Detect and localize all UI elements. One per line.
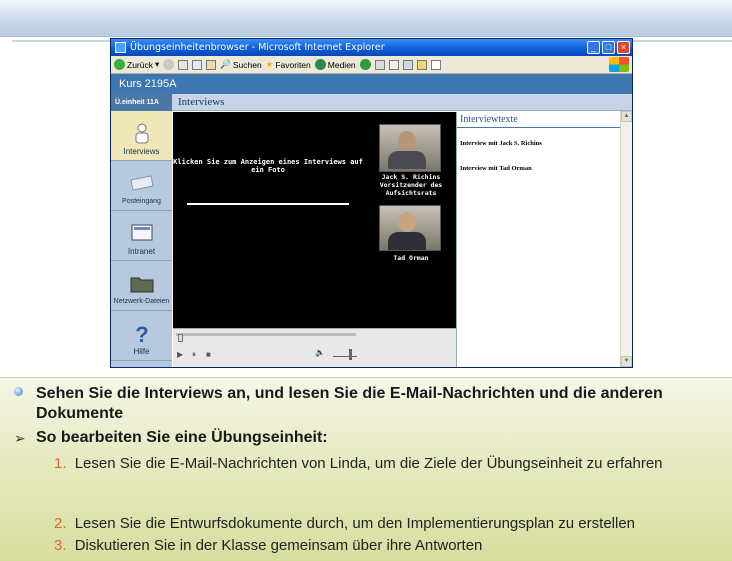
question-icon: ? [135,322,148,344]
video-divider [187,203,349,205]
maximize-button[interactable]: □ [602,41,615,54]
window-titlebar[interactable]: Übungseinheitenbrowser - Microsoft Inter… [111,39,632,56]
text-link-richins[interactable]: Interview mit Jack S. Richins [457,140,622,147]
bullet-watch-interviews: Sehen Sie die Interviews an, und lesen S… [36,385,663,422]
slide-header-bar [0,0,732,37]
folder-icon[interactable] [416,59,427,70]
messenger-icon[interactable] [430,59,441,70]
texts-header: Interviewtexte [457,112,622,128]
search-label: Suchen [232,59,262,70]
back-label: Zurück [127,59,153,70]
close-button[interactable]: × [617,41,630,54]
volume-slider[interactable] [333,356,357,357]
text-link-orman[interactable]: Interview mit Tad Orman [457,165,622,172]
search-button[interactable]: 🔎 Suchen [220,59,261,70]
scroll-up-icon[interactable]: ▲ [621,111,632,122]
mail-icon[interactable] [374,59,385,70]
window-title: Übungseinheitenbrowser - Microsoft Inter… [130,42,385,53]
svg-text:?: ? [135,322,148,344]
nav-network-files[interactable]: Netzwerk-Dateien [111,261,172,311]
video-player: Klicken Sie zum Anzeigen eines Interview… [173,112,456,328]
volume-icon[interactable]: 🔈 [315,348,325,357]
scroll-down-icon[interactable]: ▼ [621,356,632,367]
search-icon: 🔎 [220,59,231,69]
seek-handle[interactable] [178,334,183,342]
interviewee-2-caption: Tad Orman [393,254,429,262]
nav-inbox-label: Posteingang [122,198,161,205]
step-2-text: Lesen Sie die Entwurfsdokumente durch, u… [74,515,636,532]
window-controls: _ □ × [587,41,630,54]
vertical-scrollbar[interactable]: ▲ ▼ [620,111,632,367]
nav-interviews[interactable]: Interviews [111,111,172,161]
nav-network-files-label: Netzwerk-Dateien [113,298,170,305]
interview-texts-panel: Interviewtexte Interview mit Jack S. Ric… [456,112,622,367]
favorites-label: Favoriten [275,59,311,70]
person-icon [135,123,148,144]
media-button[interactable]: Medien [314,59,356,70]
browser-window: Übungseinheitenbrowser - Microsoft Inter… [110,38,633,368]
interviewee-photo-1[interactable] [379,124,441,172]
history-icon[interactable] [359,59,371,70]
interviewee-photo-2[interactable] [379,205,441,251]
left-navigation: Ü.einheit 11A Interviews Posteingang Int… [111,94,172,367]
media-icon [314,59,326,70]
windows-logo-icon [609,57,629,72]
step-1-number: 1. [54,455,67,472]
nav-interviews-label: Interviews [123,147,160,156]
nav-help-label: Hilfe [133,347,150,356]
media-controls: ▶ ⏸ ■ 🔈 [173,328,456,367]
play-icon[interactable]: ▶ [177,350,183,359]
browser-toolbar: Zurück ▾ 🔎 Suchen ★ Favoriten Medien [111,56,632,74]
intranet-icon [131,224,152,241]
envelope-icon [129,175,154,191]
nav-help[interactable]: ? Hilfe [111,311,172,361]
forward-arrow-icon[interactable] [163,59,175,70]
course-app: Kurs 2195A Ü.einheit 11A Interviews Post… [111,74,632,367]
edit-icon[interactable] [402,59,413,70]
arrow-bullet-icon: ➢ [14,430,26,446]
slide-content-box: Sehen Sie die Interviews an, und lesen S… [0,377,732,561]
ie-app-icon [115,42,126,53]
back-dropdown-icon[interactable]: ▾ [155,59,159,70]
stop-icon[interactable]: ■ [206,350,211,359]
step-1: 1. Lesen Sie die E-Mail-Nachrichten von … [54,454,674,473]
folder-icon [130,277,153,293]
pause-icon[interactable]: ⏸ [192,350,196,360]
star-icon: ★ [265,59,274,69]
home-icon[interactable] [206,59,217,70]
seek-bar[interactable] [176,333,356,342]
refresh-icon[interactable] [192,59,203,70]
section-title: Interviews [172,94,632,111]
course-title: Kurs 2195A [111,74,632,94]
bullet-how-to: So bearbeiten Sie eine Übungseinheit: [36,429,328,446]
step-3-number: 3. [54,537,67,554]
step-2: 2. Lesen Sie die Entwurfsdokumente durch… [54,514,732,533]
volume-handle[interactable] [349,349,352,360]
print-icon[interactable] [388,59,399,70]
nav-inbox[interactable]: Posteingang [111,161,172,211]
interviewee-1-caption: Jack S. Richins Vorsitzender des Aufsich… [379,173,443,197]
nav-intranet-label: Intranet [127,247,156,256]
back-button[interactable]: Zurück ▾ [114,59,159,70]
bullet-icon [14,387,23,396]
stop-icon[interactable] [178,59,189,70]
nav-intranet[interactable]: Intranet [111,211,172,261]
favorites-button[interactable]: ★ Favoriten [266,59,311,70]
unit-label: Ü.einheit 11A [111,94,172,111]
step-3: 3. Diskutieren Sie in der Klasse gemeins… [54,536,724,555]
step-1-text: Lesen Sie die E-Mail-Nachrichten von Lin… [74,455,663,472]
minimize-button[interactable]: _ [587,41,600,54]
step-3-text: Diskutieren Sie in der Klasse gemeinsam … [74,537,483,554]
back-arrow-icon [114,59,125,70]
media-label: Medien [327,59,356,70]
step-2-number: 2. [54,515,67,532]
video-instruction: Klicken Sie zum Anzeigen eines Interview… [173,158,363,174]
